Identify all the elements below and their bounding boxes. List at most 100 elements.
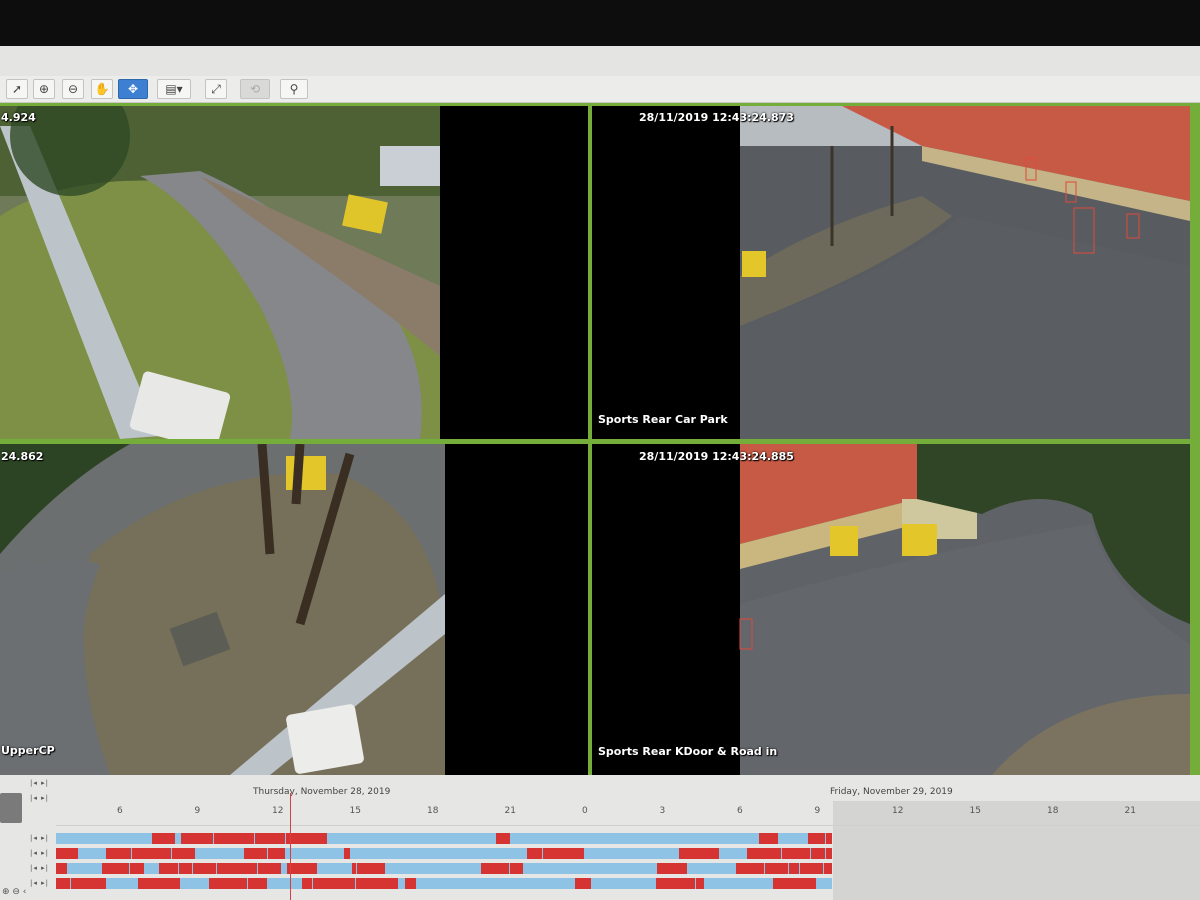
hour-tick-label: 21	[1124, 806, 1136, 816]
motion-segment	[657, 863, 687, 874]
zoom-out-icon[interactable]: ⊖	[62, 79, 84, 99]
motion-segment	[214, 833, 254, 844]
motion-segment	[268, 848, 285, 859]
motion-segment	[405, 878, 416, 889]
hour-tick-label: 12	[272, 806, 284, 816]
motion-segment	[543, 848, 584, 859]
motion-segment	[193, 863, 216, 874]
hour-tick-label: 12	[892, 806, 904, 816]
motion-segment	[313, 878, 355, 889]
motion-segment	[302, 878, 312, 889]
motion-segment	[765, 863, 788, 874]
track-control[interactable]: |◂ ▸|	[30, 849, 49, 857]
toolbar: ➚ ⊕ ⊖ ✋ ✥ ▤▾ ⤢ ⟲ ⚲	[0, 76, 1200, 103]
motion-segment	[71, 878, 106, 889]
time-ruler[interactable]	[56, 801, 1200, 826]
hour-tick-label: 18	[1047, 806, 1059, 816]
motion-segment	[773, 878, 816, 889]
motion-segment	[527, 848, 542, 859]
motion-segment	[255, 833, 285, 844]
timeline-collapse-handle[interactable]	[0, 793, 22, 823]
motion-segment	[56, 863, 67, 874]
camera-tile-2[interactable]: 28/11/2019 12:43:24.873 Sports Rear Car …	[592, 106, 1190, 439]
zoom-controls[interactable]: ⊕ ⊖ ‹	[2, 887, 26, 897]
camera-feed-2	[592, 106, 1190, 439]
recording-track[interactable]	[56, 848, 832, 859]
hour-tick-label: 21	[504, 806, 516, 816]
motion-segment	[132, 848, 171, 859]
camera-feed-3	[0, 444, 588, 775]
motion-segment	[481, 863, 509, 874]
motion-segment	[244, 848, 267, 859]
motion-segment	[217, 863, 257, 874]
hour-tick-label: 0	[582, 806, 588, 816]
playback-cursor[interactable]	[290, 793, 291, 900]
motion-segment	[179, 863, 192, 874]
motion-segment	[789, 863, 799, 874]
hour-tick-label: 18	[427, 806, 439, 816]
hour-tick-label: 9	[814, 806, 821, 816]
motion-segment	[248, 878, 267, 889]
track-control[interactable]: |◂ ▸|	[30, 834, 49, 842]
hour-tick-label: 3	[659, 806, 666, 816]
motion-segment	[181, 833, 213, 844]
pointer-icon[interactable]: ➚	[6, 79, 28, 99]
motion-segment	[56, 848, 78, 859]
move-icon[interactable]: ✥	[118, 79, 148, 99]
motion-segment	[759, 833, 778, 844]
timeline-panel: Thursday, November 28, 2019 Friday, Nove…	[0, 775, 1200, 900]
motion-segment	[826, 848, 832, 859]
camera-name: Sports Rear KDoor & Road in	[598, 745, 778, 758]
user-pin-icon[interactable]: ⚲	[280, 79, 308, 99]
motion-segment	[172, 848, 195, 859]
motion-segment	[826, 833, 832, 844]
motion-segment	[138, 878, 180, 889]
camera-timestamp: 28/11/2019 12:43:24.885	[639, 450, 794, 463]
camera-tile-1[interactable]: 4.924	[0, 106, 588, 439]
motion-segment	[800, 863, 823, 874]
track-control[interactable]: |◂ ▸|	[30, 879, 49, 887]
camera-feed-4	[592, 444, 1190, 775]
camera-name: Sports Rear Car Park	[598, 413, 728, 426]
camera-tile-3[interactable]: 24.862 UpperCP	[0, 444, 588, 775]
monitor-bezel	[0, 0, 1200, 46]
motion-segment	[106, 848, 131, 859]
camera-tile-4[interactable]: 28/11/2019 12:43:24.885 Sports Rear KDoo…	[592, 444, 1190, 775]
hour-tick-label: 15	[349, 806, 361, 816]
hour-tick-label: 15	[969, 806, 981, 816]
camera-timestamp: 28/11/2019 12:43:24.873	[639, 111, 794, 124]
motion-segment	[679, 848, 719, 859]
camera-timestamp: 24.862	[1, 450, 44, 463]
motion-segment	[352, 863, 356, 874]
fullscreen-icon[interactable]: ⤢	[205, 79, 227, 99]
hour-tick-label: 9	[194, 806, 201, 816]
motion-segment	[102, 863, 129, 874]
recording-track[interactable]	[56, 863, 832, 874]
recording-track[interactable]	[56, 878, 832, 889]
motion-segment	[159, 863, 178, 874]
layout-grid-icon[interactable]: ▤▾	[157, 79, 191, 99]
motion-segment	[696, 878, 704, 889]
recording-track[interactable]	[56, 833, 832, 844]
motion-segment	[56, 878, 70, 889]
hand-icon[interactable]: ✋	[91, 79, 113, 99]
motion-segment	[575, 878, 591, 889]
motion-segment	[286, 833, 327, 844]
motion-segment	[130, 863, 144, 874]
camera-timestamp: 4.924	[1, 111, 36, 124]
motion-segment	[747, 848, 781, 859]
timeline-step-control[interactable]: |◂ ▸|	[30, 779, 49, 787]
hour-tick-label: 6	[117, 806, 123, 816]
camera-feed-1	[0, 106, 588, 439]
timeline-step-control[interactable]: |◂ ▸|	[30, 794, 49, 802]
sync-icon[interactable]: ⟲	[240, 79, 270, 99]
motion-segment	[510, 863, 523, 874]
day-label-friday: Friday, November 29, 2019	[830, 787, 953, 797]
zoom-in-icon[interactable]: ⊕	[33, 79, 55, 99]
motion-segment	[357, 863, 385, 874]
motion-segment	[152, 833, 175, 844]
motion-segment	[496, 833, 510, 844]
motion-segment	[356, 878, 398, 889]
motion-segment	[287, 863, 317, 874]
track-control[interactable]: |◂ ▸|	[30, 864, 49, 872]
